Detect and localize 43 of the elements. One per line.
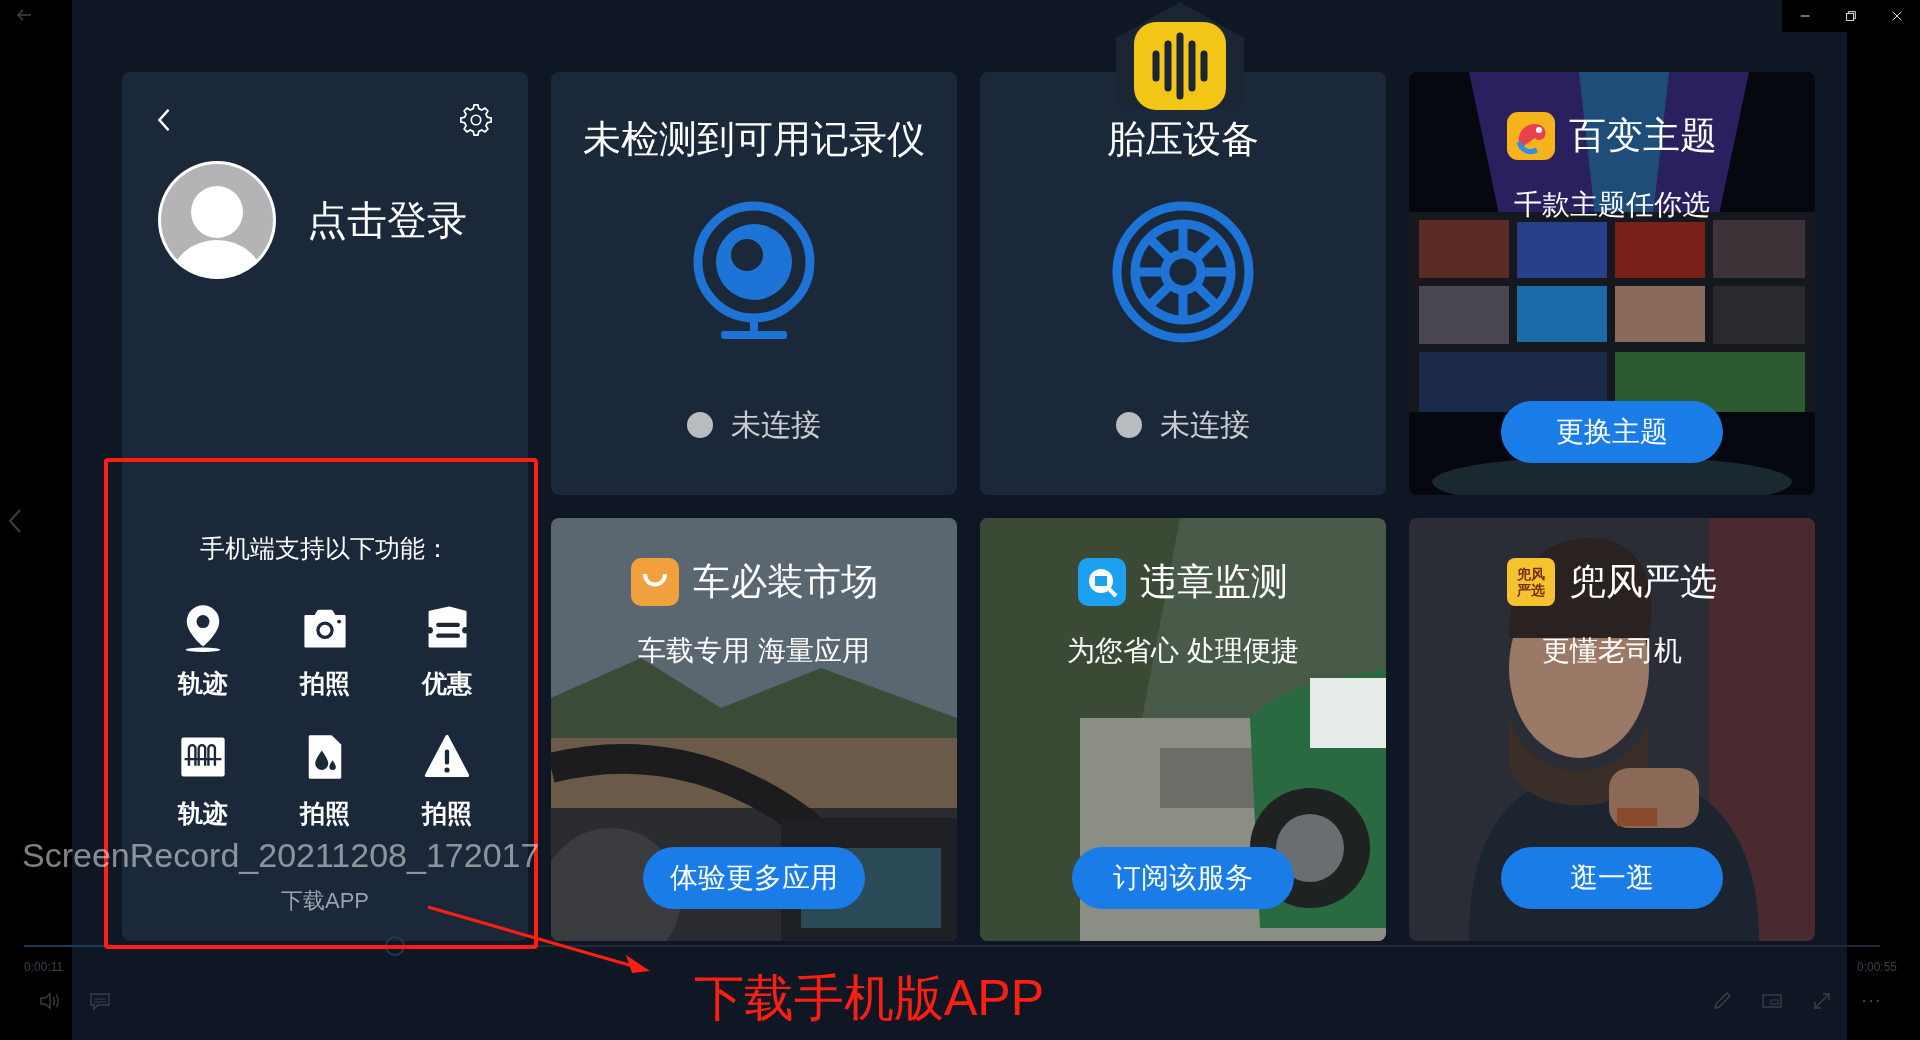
status-label: 未连接 [1160,407,1250,443]
status-label: 未连接 [731,407,821,443]
promo-title: 百变主题 [1569,114,1717,158]
feature-label: 拍照 [422,797,472,829]
close-icon[interactable] [1890,9,1904,23]
promo-subtitle: 车载专用 海量应用 [638,633,870,668]
feature-label: 优惠 [422,668,472,699]
promo-title: 兜风严选 [1569,560,1717,604]
device-title: 未检测到可用记录仪 [583,117,925,162]
feature-label: 轨迹 [178,797,228,829]
feature-label: 轨迹 [178,668,228,699]
device-card[interactable]: 胎压设备 未连接 [980,72,1386,495]
total-time: 0:00:55 [1857,959,1898,976]
download-app-link[interactable]: 下载APP [281,884,369,917]
login-link[interactable]: 点击登录 [307,190,467,250]
annotation-caption: 下载手机版APP [694,969,1045,1028]
elapsed-time: 0:00:11 [24,959,64,976]
back-icon[interactable] [156,107,172,133]
restore-icon[interactable] [1844,9,1858,23]
app-logo-icon [1078,557,1126,606]
promo-card[interactable]: 车必装市场 车载专用 海量应用 体验更多应用 [551,518,957,941]
features-heading: 手机端支持以下功能： [200,532,450,564]
seek-thumb[interactable] [385,936,406,956]
promo-button[interactable]: 逛一逛 [1501,847,1723,909]
app-logo-icon [1507,111,1555,160]
device-card[interactable]: 未检测到可用记录仪 未连接 [551,72,957,495]
promo-title: 车必装市场 [692,560,878,604]
device-title: 胎压设备 [1107,117,1259,162]
app-logo-icon [630,557,679,606]
logo-text: 兜风 [1517,565,1545,582]
promo-button[interactable]: 订阅该服务 [1072,847,1294,909]
promo-button[interactable]: 体验更多应用 [643,847,865,909]
logo-text: 严选 [1517,581,1545,598]
settings-icon[interactable] [458,102,494,138]
avatar[interactable] [157,160,277,280]
feature-label: 拍照 [300,797,350,829]
feature-label: 拍照 [300,668,350,699]
promo-button[interactable]: 更换主题 [1501,401,1723,463]
promo-subtitle: 千款主题任你选 [1514,187,1710,222]
promo-subtitle: 为您省心 处理便捷 [1067,633,1299,668]
promo-card[interactable]: 违章监测 为您省心 处理便捷 订阅该服务 [980,518,1386,941]
promo-card[interactable]: 百变主题 千款主题任你选 更换主题 [1409,72,1815,495]
promo-title: 违章监测 [1140,560,1288,604]
